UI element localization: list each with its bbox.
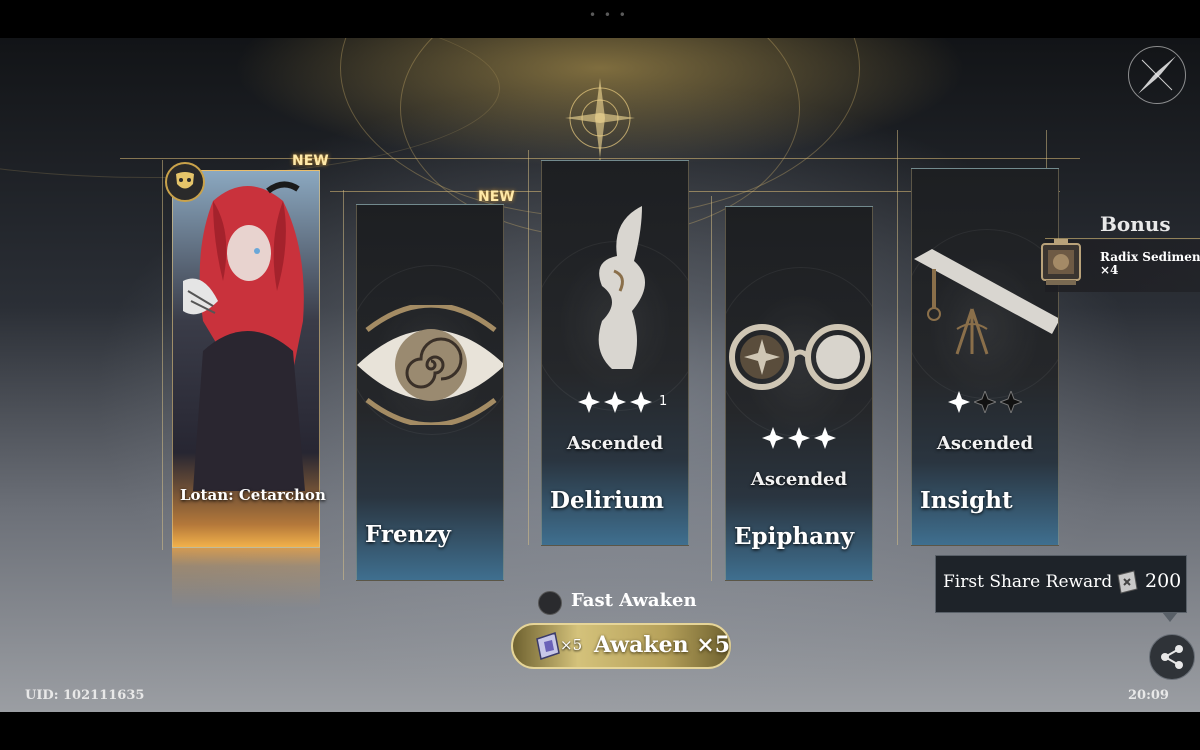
card-name: Delirium [550, 487, 664, 514]
card-insight[interactable]: Ascended Insight [911, 168, 1059, 546]
faction-badge [165, 162, 205, 202]
share-reward-label: First Share Reward [943, 572, 1113, 592]
star-filled-icon [948, 391, 970, 413]
ticket-icon [1117, 570, 1138, 594]
card-name: Epiphany [734, 523, 855, 550]
user-id: UID: 102111635 [25, 688, 145, 703]
card-status: Ascended [936, 433, 1034, 454]
star-filled-icon [630, 391, 652, 413]
tooltip-pointer [1162, 612, 1178, 622]
card-name: Insight [920, 487, 1013, 514]
awaken-cost: ×5 [560, 636, 583, 654]
awaken-label: Awaken ×5 [594, 632, 731, 658]
bonus-item-qty: ×4 [1100, 263, 1119, 277]
spectacles-icon [729, 324, 871, 390]
clock: 20:09 [1128, 688, 1169, 703]
fast-awaken-label[interactable]: Fast Awaken [571, 590, 697, 611]
top-bar: • • • [0, 0, 1200, 38]
frame-line [162, 160, 163, 550]
bonus-title: Bonus [1100, 212, 1171, 236]
star-rating [912, 391, 1058, 413]
card-name: Frenzy [365, 521, 451, 548]
radix-sediment-icon[interactable] [1036, 236, 1086, 288]
star-filled-icon [788, 427, 810, 449]
fast-awaken-toggle[interactable] [538, 591, 562, 615]
star-empty-icon [974, 391, 996, 413]
bottom-bar [0, 712, 1200, 750]
new-character-glow [172, 538, 320, 608]
compass-icon [1138, 56, 1176, 94]
new-tag: NEW [478, 189, 515, 205]
frame-line [897, 130, 898, 545]
share-button[interactable] [1149, 634, 1195, 680]
card-epiphany[interactable]: Ascended Epiphany [725, 206, 873, 581]
star-filled-icon [814, 427, 836, 449]
share-icon [1161, 645, 1183, 669]
compass-button[interactable] [1128, 46, 1186, 104]
frame-line [528, 150, 529, 545]
star-filled-icon [578, 391, 600, 413]
eye-spiral-icon [357, 305, 503, 425]
frame-line [343, 190, 344, 580]
star-rating [726, 427, 872, 449]
card-frenzy[interactable]: Frenzy [356, 204, 504, 581]
bonus-item: Radix Sediment ×4 [1100, 251, 1200, 277]
ticket-icon [536, 632, 560, 660]
new-tag: NEW [292, 153, 329, 169]
card-status: Ascended [750, 469, 848, 490]
mask-icon [176, 172, 194, 189]
star-empty-icon [1000, 391, 1022, 413]
card-delirium[interactable]: 1 Ascended Delirium [541, 160, 689, 546]
star-filled-icon [604, 391, 626, 413]
drag-handle[interactable]: • • • [589, 8, 628, 22]
card-name: Lotan: Cetarchon [180, 486, 326, 504]
seahorse-figure-icon [598, 206, 646, 369]
star-filled-icon [762, 427, 784, 449]
star-count: 1 [659, 394, 668, 409]
share-reward-value: 200 [1145, 570, 1182, 592]
frame-line [711, 196, 712, 581]
card-status: Ascended [566, 433, 664, 454]
